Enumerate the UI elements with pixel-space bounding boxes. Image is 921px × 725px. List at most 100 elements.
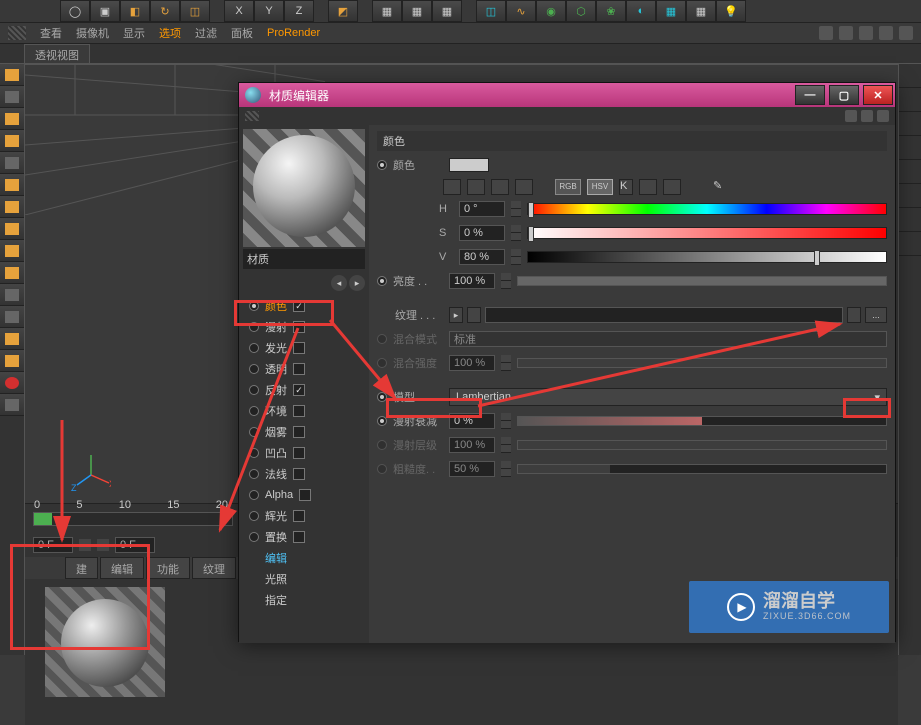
frame-field-a[interactable]: 0 F bbox=[33, 537, 73, 553]
window-titlebar[interactable]: 材质编辑器 — ▢ ✕ bbox=[239, 83, 895, 107]
tab-create[interactable]: 建 bbox=[65, 557, 98, 579]
axis-x-icon[interactable]: X bbox=[224, 0, 254, 22]
tool-icon[interactable] bbox=[0, 152, 24, 174]
material-thumbnail[interactable] bbox=[45, 587, 165, 697]
tool-rotate-icon[interactable]: ↻ bbox=[150, 0, 180, 22]
tab-edit[interactable]: 编辑 bbox=[100, 557, 144, 579]
wheel-icon[interactable] bbox=[467, 179, 485, 195]
swatches-icon[interactable] bbox=[663, 179, 681, 195]
vp-icon[interactable] bbox=[819, 26, 833, 40]
channel-transparency[interactable]: 透明 bbox=[249, 360, 365, 378]
eyedropper-icon[interactable]: ✎ bbox=[713, 179, 731, 195]
hue-field[interactable]: 0 ° bbox=[459, 201, 505, 217]
tool-icon[interactable]: ▣ bbox=[90, 0, 120, 22]
tool-icon[interactable] bbox=[0, 328, 24, 350]
channel-illumination[interactable]: 光照 bbox=[249, 570, 365, 588]
texture-clear-button[interactable] bbox=[847, 307, 861, 323]
texture-menu-button[interactable] bbox=[449, 307, 463, 323]
toggle-icon[interactable] bbox=[377, 160, 387, 170]
tool-icon[interactable] bbox=[0, 350, 24, 372]
material-name-field[interactable]: 材质 bbox=[243, 249, 365, 269]
tool-icon[interactable]: ◩ bbox=[328, 0, 358, 22]
menu-filter[interactable]: 过滤 bbox=[195, 25, 217, 41]
bulb-icon[interactable]: 💡 bbox=[716, 0, 746, 22]
axis-y-icon[interactable]: Y bbox=[254, 0, 284, 22]
diff-falloff-field[interactable]: 0 % bbox=[449, 413, 495, 429]
channel-fog[interactable]: 烟雾 bbox=[249, 423, 365, 441]
val-slider[interactable] bbox=[527, 251, 887, 263]
model-dropdown[interactable]: Lambertian bbox=[449, 388, 887, 406]
record-icon[interactable] bbox=[0, 372, 24, 394]
toggle-icon[interactable] bbox=[377, 392, 387, 402]
hsv-button[interactable]: HSV bbox=[587, 179, 613, 195]
generator-icon[interactable]: ⬡ bbox=[566, 0, 596, 22]
image-icon[interactable] bbox=[515, 179, 533, 195]
val-field[interactable]: 80 % bbox=[459, 249, 505, 265]
diff-falloff-slider[interactable] bbox=[517, 416, 887, 426]
brightness-field[interactable]: 100 % bbox=[449, 273, 495, 289]
maximize-button[interactable]: ▢ bbox=[829, 85, 859, 105]
tool-icon[interactable] bbox=[0, 174, 24, 196]
tool-icon[interactable] bbox=[0, 64, 24, 86]
channel-reflection[interactable]: 反射 bbox=[249, 381, 365, 399]
spectrum-icon[interactable] bbox=[491, 179, 509, 195]
tool-icon[interactable] bbox=[0, 130, 24, 152]
spinner-icon[interactable] bbox=[501, 273, 511, 289]
channel-assign[interactable]: 指定 bbox=[249, 591, 365, 609]
menu-view[interactable]: 查看 bbox=[40, 25, 62, 41]
material-preview[interactable] bbox=[243, 129, 365, 247]
spinner-icon[interactable] bbox=[511, 225, 521, 241]
nav-next-icon[interactable] bbox=[97, 539, 109, 551]
sat-field[interactable]: 0 % bbox=[459, 225, 505, 241]
tool-icon[interactable] bbox=[0, 284, 24, 306]
channel-displacement[interactable]: 置换 bbox=[249, 528, 365, 546]
picker-icon[interactable] bbox=[443, 179, 461, 195]
spinner-icon[interactable] bbox=[511, 249, 521, 265]
tab-func[interactable]: 功能 bbox=[146, 557, 190, 579]
channel-normal[interactable]: 法线 bbox=[249, 465, 365, 483]
frame-field-b[interactable]: 0 F bbox=[115, 537, 155, 553]
next-arrow-icon[interactable]: ▸ bbox=[349, 275, 365, 291]
camera-icon[interactable]: ▦ bbox=[656, 0, 686, 22]
tool-icon[interactable] bbox=[0, 262, 24, 284]
render-icon[interactable]: ▦ bbox=[372, 0, 402, 22]
close-button[interactable]: ✕ bbox=[863, 85, 893, 105]
vp-icon[interactable] bbox=[839, 26, 853, 40]
spline-icon[interactable]: ∿ bbox=[506, 0, 536, 22]
tool-icon[interactable] bbox=[0, 394, 24, 416]
brightness-slider[interactable] bbox=[517, 276, 887, 286]
spinner-icon[interactable] bbox=[511, 201, 521, 217]
menu-camera[interactable]: 摄像机 bbox=[76, 25, 109, 41]
channel-bump[interactable]: 凹凸 bbox=[249, 444, 365, 462]
sat-slider[interactable] bbox=[527, 227, 887, 239]
rgb-button[interactable]: RGB bbox=[555, 179, 581, 195]
toggle-icon[interactable] bbox=[377, 416, 387, 426]
tool-icon[interactable] bbox=[0, 218, 24, 240]
primitive-cube-icon[interactable]: ◫ bbox=[476, 0, 506, 22]
mixer-icon[interactable] bbox=[639, 179, 657, 195]
vp-icon[interactable] bbox=[879, 26, 893, 40]
tool-scale-icon[interactable]: ◫ bbox=[180, 0, 210, 22]
axis-z-icon[interactable]: Z bbox=[284, 0, 314, 22]
channel-glow[interactable]: 辉光 bbox=[249, 507, 365, 525]
prev-arrow-icon[interactable]: ◂ bbox=[331, 275, 347, 291]
color-swatch[interactable] bbox=[449, 158, 489, 172]
spinner-icon[interactable] bbox=[501, 413, 511, 429]
dock-icon[interactable] bbox=[877, 110, 889, 122]
dock-icon[interactable] bbox=[861, 110, 873, 122]
tool-select-icon[interactable]: ◯ bbox=[60, 0, 90, 22]
menu-prorender[interactable]: ProRender bbox=[267, 27, 320, 39]
channel-alpha[interactable]: Alpha bbox=[249, 486, 365, 504]
tool-icon[interactable] bbox=[0, 86, 24, 108]
lock-icon[interactable] bbox=[845, 110, 857, 122]
minimize-button[interactable]: — bbox=[795, 85, 825, 105]
environment-icon[interactable]: ◐ bbox=[626, 0, 656, 22]
texture-thumb[interactable] bbox=[467, 307, 481, 323]
texture-path-field[interactable] bbox=[485, 307, 843, 323]
menu-panel[interactable]: 面板 bbox=[231, 25, 253, 41]
vp-icon[interactable] bbox=[899, 26, 913, 40]
tool-icon[interactable] bbox=[0, 240, 24, 262]
nav-prev-icon[interactable] bbox=[79, 539, 91, 551]
channel-checkbox[interactable] bbox=[293, 300, 305, 312]
light-icon[interactable]: ▦ bbox=[686, 0, 716, 22]
